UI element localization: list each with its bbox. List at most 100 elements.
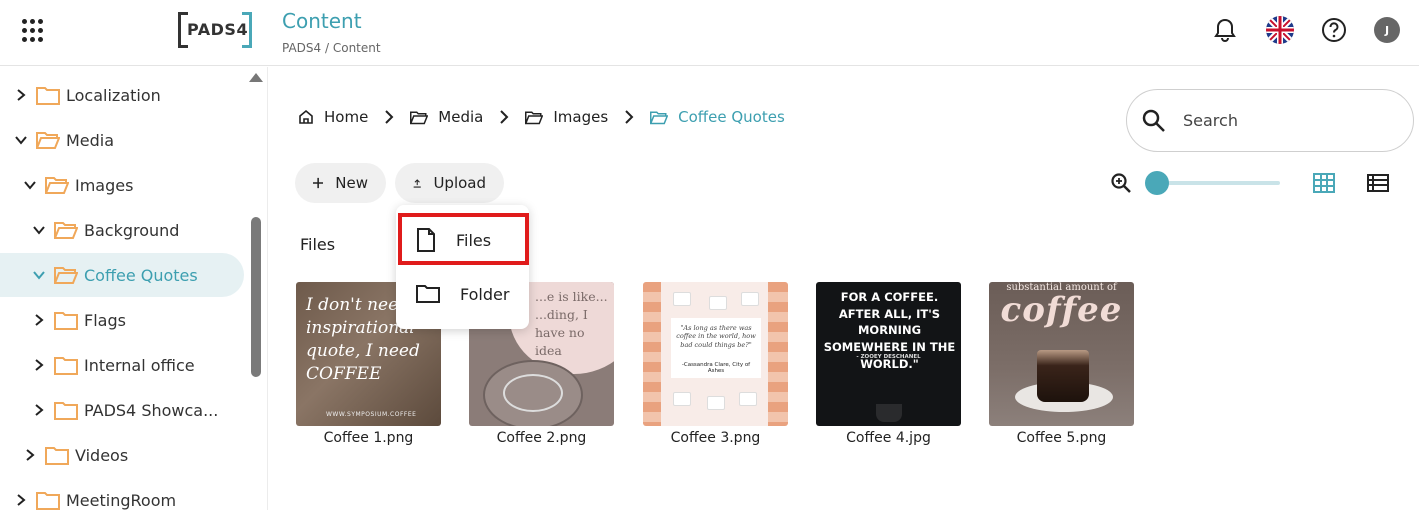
breadcrumb-home-label: Home xyxy=(324,108,369,126)
tree-item-label: PADS4 Showca... xyxy=(84,400,219,420)
tree-item-label: Media xyxy=(66,130,115,150)
upload-icon xyxy=(413,178,421,188)
top-header: PADS4 Content PADS4 / Content J xyxy=(0,0,1419,66)
folder-icon xyxy=(54,312,78,330)
folder-icon xyxy=(45,447,69,465)
header-breadcrumb: PADS4 / Content xyxy=(282,41,381,55)
uk-flag-icon[interactable] xyxy=(1266,16,1294,44)
chevron-down-icon[interactable] xyxy=(32,268,46,282)
highlight-box xyxy=(398,213,529,265)
tree-item-images[interactable]: Images xyxy=(23,163,244,207)
folder-open-icon xyxy=(54,222,78,239)
apps-grid-icon[interactable] xyxy=(22,19,46,43)
folder-icon xyxy=(36,492,60,510)
scroll-up-arrow[interactable] xyxy=(249,73,263,82)
file-thumbnail[interactable]: "As long as there was coffee in the worl… xyxy=(643,282,788,426)
file-name[interactable]: Coffee 2.png xyxy=(469,430,614,446)
chevron-right-icon[interactable] xyxy=(23,448,37,462)
file-name[interactable]: Coffee 3.png xyxy=(643,430,788,446)
home-icon xyxy=(299,109,313,124)
tree-item-localization[interactable]: Localization xyxy=(14,73,244,117)
thumbnail-quote-text: "As long as there was coffee in the worl… xyxy=(676,324,756,349)
mug-icon xyxy=(707,396,725,410)
folder-icon xyxy=(36,87,60,105)
search-input[interactable] xyxy=(1183,111,1383,130)
zoom-slider-track[interactable] xyxy=(1150,181,1280,185)
tree-item-label: Background xyxy=(84,220,180,240)
upload-folder-label: Folder xyxy=(460,284,510,304)
file-thumbnail[interactable]: substantial amount of coffee xyxy=(989,282,1134,426)
file-name[interactable]: Coffee 1.png xyxy=(296,430,441,446)
thumbnail-decoration xyxy=(643,282,661,426)
tree-item-label: Flags xyxy=(84,310,126,330)
tree-item-background[interactable]: Background xyxy=(32,208,244,252)
tree-item-label: Images xyxy=(75,175,134,195)
folder-icon xyxy=(54,402,78,420)
chevron-right-icon[interactable] xyxy=(32,403,46,417)
file-name[interactable]: Coffee 5.png xyxy=(989,430,1134,446)
logo-text: PADS4 xyxy=(187,20,249,39)
thumbnail-footer-text: WWW.SYMPOSIUM.COFFEE xyxy=(326,411,417,418)
mug-icon xyxy=(673,292,691,306)
chevron-right-icon xyxy=(385,110,394,124)
file-thumbnail[interactable]: FOR A COFFEE. AFTER ALL, IT'S MORNING SO… xyxy=(816,282,961,426)
tree-item-label: Internal office xyxy=(84,355,195,375)
tree-item-pads4-showcase[interactable]: PADS4 Showca... xyxy=(32,388,244,432)
chevron-down-icon[interactable] xyxy=(14,133,28,147)
bell-icon[interactable] xyxy=(1211,16,1239,44)
list-view-icon[interactable] xyxy=(1367,174,1389,192)
tree-item-media[interactable]: Media xyxy=(14,118,244,162)
chevron-down-icon[interactable] xyxy=(32,223,46,237)
tree-item-label: MeetingRoom xyxy=(66,490,177,510)
folder-open-icon xyxy=(45,177,69,194)
chevron-right-icon[interactable] xyxy=(14,493,28,507)
chevron-right-icon[interactable] xyxy=(32,358,46,372)
thumbnail-quote-text: ...e is like... ...ding, I have no idea xyxy=(535,289,608,359)
breadcrumb-images[interactable]: Images xyxy=(525,108,608,126)
tree-item-coffee-quotes[interactable]: Coffee Quotes xyxy=(0,253,244,297)
grid-view-icon[interactable] xyxy=(1313,173,1335,193)
chevron-right-icon[interactable] xyxy=(14,88,28,102)
search-box[interactable] xyxy=(1126,89,1414,152)
mug-icon xyxy=(739,392,757,406)
upload-folder-menu-item[interactable]: Folder xyxy=(396,269,529,319)
user-avatar[interactable]: J xyxy=(1374,17,1400,43)
help-icon[interactable] xyxy=(1320,16,1348,44)
new-button-label: New xyxy=(335,174,368,192)
chevron-down-icon[interactable] xyxy=(23,178,37,192)
breadcrumb-media[interactable]: Media xyxy=(410,108,483,126)
search-icon xyxy=(1142,109,1165,132)
page-title: Content xyxy=(282,9,362,33)
pads4-logo[interactable]: PADS4 xyxy=(178,12,252,48)
thumbnail-footer-text: - ZOOEY DESCHANEL xyxy=(856,354,921,360)
mug-icon xyxy=(673,392,691,406)
thumbnail-decoration xyxy=(876,404,902,422)
files-section-label: Files xyxy=(300,235,336,254)
breadcrumb-current: Coffee Quotes xyxy=(650,108,785,126)
thumbnail-decoration xyxy=(1037,350,1089,402)
chevron-right-icon xyxy=(625,110,634,124)
upload-button[interactable]: Upload xyxy=(395,163,504,203)
tree-item-label: Videos xyxy=(75,445,129,465)
file-name[interactable]: Coffee 4.jpg xyxy=(816,430,961,446)
folder-open-icon xyxy=(650,111,669,124)
tree-item-flags[interactable]: Flags xyxy=(32,298,244,342)
chevron-right-icon[interactable] xyxy=(32,313,46,327)
folder-open-icon xyxy=(525,111,544,124)
breadcrumb-media-label: Media xyxy=(438,108,484,126)
tree-item-videos[interactable]: Videos xyxy=(23,433,244,477)
tree-item-meetingroom[interactable]: MeetingRoom xyxy=(14,478,244,510)
new-button[interactable]: New xyxy=(295,163,386,203)
zoom-slider-handle[interactable] xyxy=(1145,171,1169,195)
folder-open-icon xyxy=(410,111,429,124)
folder-tree-sidebar: Localization Media Images Background Cof… xyxy=(0,67,268,510)
plus-icon xyxy=(313,177,324,189)
tree-item-label: Localization xyxy=(66,85,161,105)
breadcrumb-home[interactable]: Home xyxy=(298,108,368,126)
mug-icon xyxy=(741,292,759,306)
thumbnail-footer-text: -Cassandra Clare, City of Ashes xyxy=(681,362,751,374)
tree-item-internal-office[interactable]: Internal office xyxy=(32,343,244,387)
sidebar-scrollbar-thumb[interactable] xyxy=(251,217,261,377)
zoom-in-icon[interactable] xyxy=(1110,172,1132,194)
breadcrumb: Home Media Images Coffee Quotes xyxy=(298,108,785,126)
